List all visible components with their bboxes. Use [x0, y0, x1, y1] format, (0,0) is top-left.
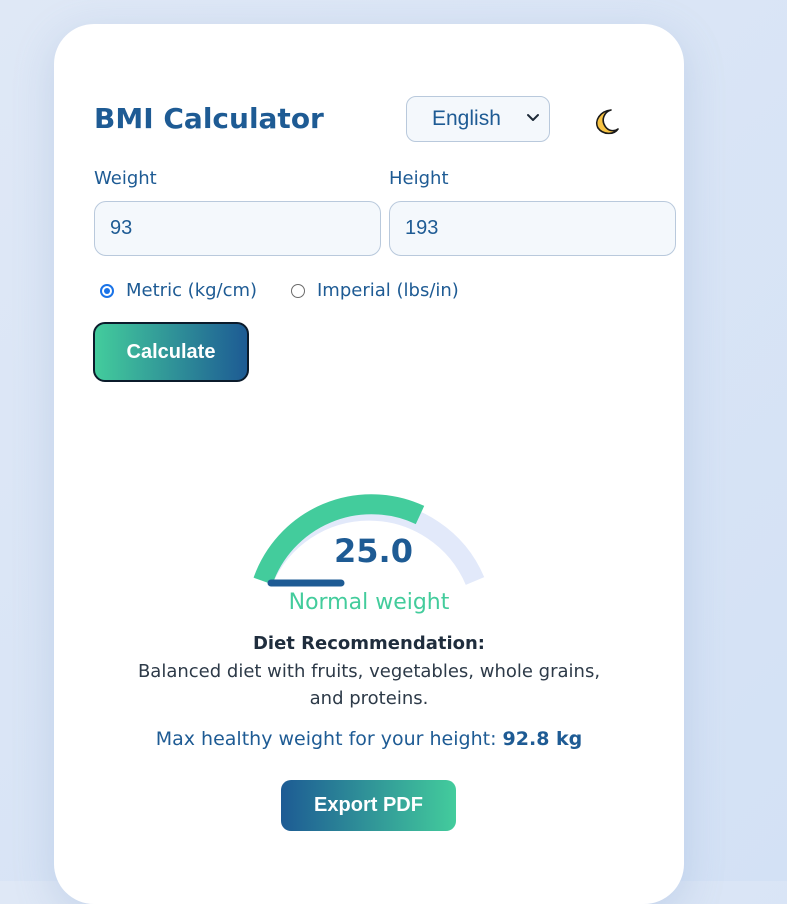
max-weight-value: 92.8 kg — [502, 728, 583, 750]
moon-icon[interactable] — [592, 106, 622, 136]
imperial-radio[interactable] — [291, 283, 305, 298]
language-select[interactable]: English — [406, 96, 550, 142]
bmi-value: 25.0 — [334, 532, 413, 570]
imperial-radio-option[interactable]: Imperial (lbs/in) — [291, 280, 459, 301]
diet-text: Balanced diet with fruits, vegetables, w… — [137, 661, 601, 709]
bmi-card: BMI Calculator English Weight Height 93 … — [54, 24, 684, 904]
max-weight-prefix: Max healthy weight for your height: — [155, 728, 497, 750]
chevron-down-icon — [527, 114, 539, 121]
page-title: BMI Calculator — [94, 102, 324, 135]
language-select-value: English — [432, 107, 501, 130]
metric-radio[interactable] — [100, 283, 114, 298]
weight-label: Weight — [94, 168, 157, 189]
export-pdf-button[interactable]: Export PDF — [281, 780, 456, 831]
weight-input[interactable]: 93 — [94, 201, 381, 256]
calculate-button[interactable]: Calculate — [93, 322, 249, 382]
metric-radio-option[interactable]: Metric (kg/cm) — [100, 280, 257, 301]
height-label: Height — [389, 168, 449, 189]
metric-radio-label: Metric (kg/cm) — [126, 280, 258, 301]
height-input[interactable]: 193 — [389, 201, 676, 256]
diet-title: Diet Recommendation: — [252, 633, 485, 654]
max-weight-text: Max healthy weight for your height: 92.8… — [54, 728, 684, 750]
imperial-radio-label: Imperial (lbs/in) — [317, 280, 459, 301]
bmi-category: Normal weight — [288, 590, 450, 615]
